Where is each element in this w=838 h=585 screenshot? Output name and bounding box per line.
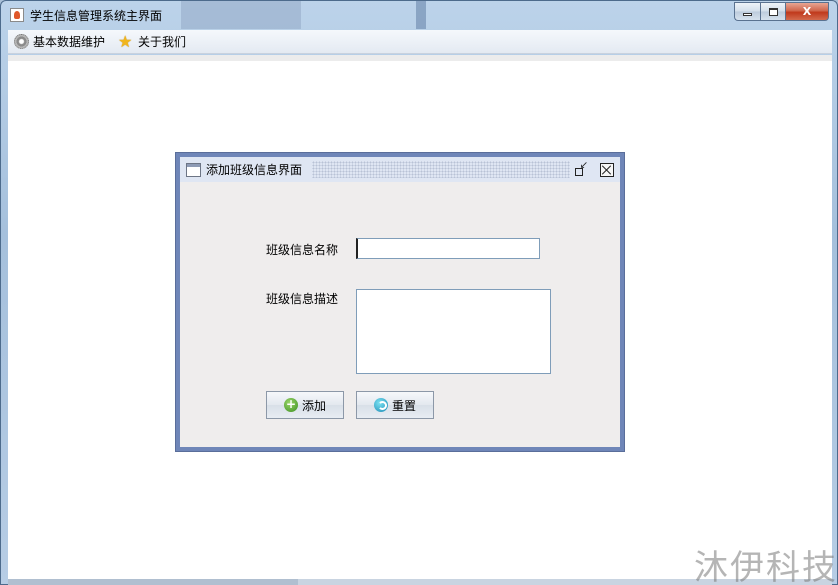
close-icon: X <box>802 5 812 18</box>
watermark-text: 沐伊科技 <box>694 548 838 585</box>
scrollbar-thumb[interactable] <box>8 579 298 585</box>
add-button-label: 添加 <box>301 398 326 413</box>
internal-frame-title: 添加班级信息界面 <box>206 163 303 177</box>
class-desc-textarea[interactable] <box>356 289 551 374</box>
menu-basic-data[interactable]: 基本数据维护 <box>8 31 112 53</box>
main-window: 学生信息管理系统主界面 X 基本数据维护 ★ 关于我们 添加班级信息界面 班级信… <box>0 0 838 585</box>
internal-close-button[interactable] <box>600 163 614 177</box>
titlebar-glass-strip <box>416 1 426 29</box>
maximize-button[interactable] <box>760 2 785 21</box>
window-controls: X <box>734 2 829 21</box>
add-class-internal-frame: 添加班级信息界面 班级信息名称 班级信息描述 + 添加 重置 <box>175 152 625 452</box>
reset-button[interactable]: 重置 <box>356 391 434 419</box>
reset-icon <box>373 398 388 412</box>
star-icon: ★ <box>118 32 133 51</box>
add-button[interactable]: + 添加 <box>266 391 344 419</box>
minimize-icon <box>743 13 752 16</box>
close-button[interactable]: X <box>785 2 829 21</box>
menu-bar: 基本数据维护 ★ 关于我们 <box>8 30 832 54</box>
menu-about-us[interactable]: ★ 关于我们 <box>112 31 193 53</box>
gear-icon <box>14 34 29 49</box>
titlebar-texture <box>312 161 570 178</box>
minimize-button[interactable] <box>734 2 760 21</box>
restore-button[interactable] <box>574 160 588 177</box>
internal-frame-titlebar[interactable]: 添加班级信息界面 <box>180 157 620 182</box>
maximize-icon <box>768 7 778 16</box>
window-title: 学生信息管理系统主界面 <box>30 9 163 23</box>
add-icon: + <box>283 397 298 412</box>
class-name-label: 班级信息名称 <box>266 243 339 257</box>
internal-frame-body: 班级信息名称 班级信息描述 + 添加 重置 <box>180 182 620 447</box>
close-x-icon <box>602 165 612 175</box>
class-name-input[interactable] <box>356 238 540 259</box>
java-app-icon <box>10 8 24 22</box>
menu-basic-data-label: 基本数据维护 <box>33 35 106 49</box>
reset-button-label: 重置 <box>391 398 416 413</box>
window-titlebar[interactable]: 学生信息管理系统主界面 X <box>1 1 837 29</box>
class-desc-label: 班级信息描述 <box>266 292 339 306</box>
window-icon <box>186 162 201 177</box>
restore-icon <box>575 160 588 176</box>
titlebar-glass <box>181 1 301 29</box>
menu-about-us-label: 关于我们 <box>138 35 187 49</box>
